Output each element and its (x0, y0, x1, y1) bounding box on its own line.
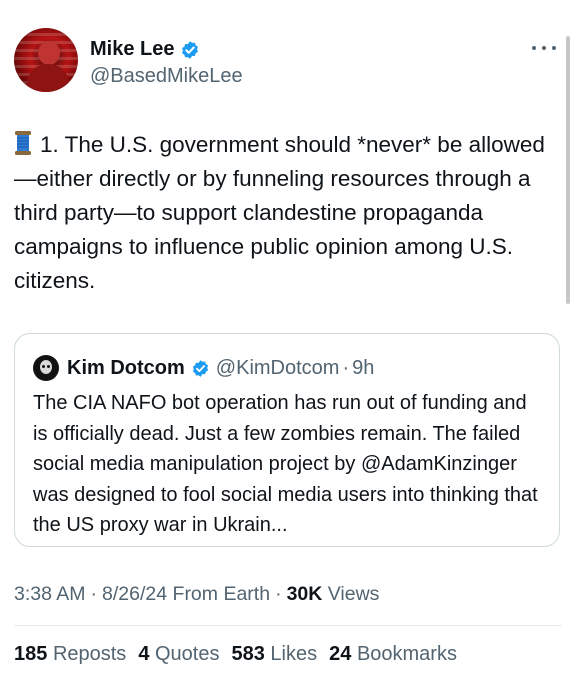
tweet-time[interactable]: 3:38 AM (14, 583, 86, 606)
quotes-stat[interactable]: 4 Quotes (138, 643, 219, 666)
views-label: Views (327, 583, 380, 605)
tweet-body: 1. The U.S. government should *never* be… (14, 128, 554, 298)
divider (14, 625, 562, 626)
quotes-label: Quotes (155, 643, 220, 665)
avatar-head (38, 41, 60, 65)
verified-badge-icon (192, 359, 208, 377)
tweet-source: From Earth (172, 583, 271, 605)
avatar-eye (47, 365, 50, 368)
more-horizontal-icon[interactable] (532, 46, 556, 54)
more-dot (552, 46, 556, 50)
quoted-separator: · (342, 356, 350, 379)
bookmarks-stat[interactable]: 24 Bookmarks (329, 643, 457, 666)
scrollbar[interactable] (566, 36, 570, 304)
reposts-label: Reposts (52, 643, 127, 665)
meta-separator: · (90, 583, 98, 605)
quoted-tweet-header: Kim Dotcom @KimDotcom · 9h (33, 354, 374, 382)
meta-separator: · (275, 583, 282, 605)
quoted-tweet-card[interactable]: Kim Dotcom @KimDotcom · 9h The CIA NAFO … (14, 333, 560, 547)
views-count: 30K (286, 583, 323, 605)
reposts-count: 185 (14, 643, 48, 665)
likes-stat[interactable]: 583 Likes (231, 643, 317, 666)
spool-of-thread-icon (15, 131, 31, 155)
more-dot (532, 46, 536, 50)
author-handle[interactable]: @BasedMikeLee (90, 65, 243, 88)
quotes-count: 4 (138, 643, 150, 665)
reposts-stat[interactable]: 185 Reposts (14, 643, 126, 666)
quoted-timestamp: 9h (352, 356, 375, 379)
tweet-meta: 3:38 AM · 8/26/24 From Earth · 30K Views (14, 583, 379, 606)
tweet-text: 1. The U.S. government should *never* be… (14, 132, 545, 293)
likes-label: Likes (270, 643, 318, 665)
quoted-author-name: Kim Dotcom (67, 356, 185, 379)
bookmarks-count: 24 (329, 643, 352, 665)
author-name[interactable]: Mike Lee (90, 38, 174, 61)
verified-badge-icon (182, 40, 199, 59)
quoted-tweet-text: The CIA NAFO bot operation has run out o… (33, 392, 538, 536)
likes-count: 583 (231, 643, 265, 665)
quoted-author-handle: @KimDotcom (215, 356, 340, 379)
more-dot (542, 46, 546, 50)
engagement-stats: 185 Reposts 4 Quotes 583 Likes 24 Bookma… (14, 643, 469, 666)
tweet-date[interactable]: 8/26/24 (102, 583, 167, 606)
tweet-header: Mike Lee @BasedMikeLee (14, 28, 562, 98)
author-name-row: Mike Lee (90, 38, 200, 61)
bookmarks-label: Bookmarks (356, 643, 457, 665)
author-avatar[interactable] (14, 28, 78, 92)
quoted-author-avatar (33, 355, 59, 381)
avatar-eye (42, 365, 45, 368)
